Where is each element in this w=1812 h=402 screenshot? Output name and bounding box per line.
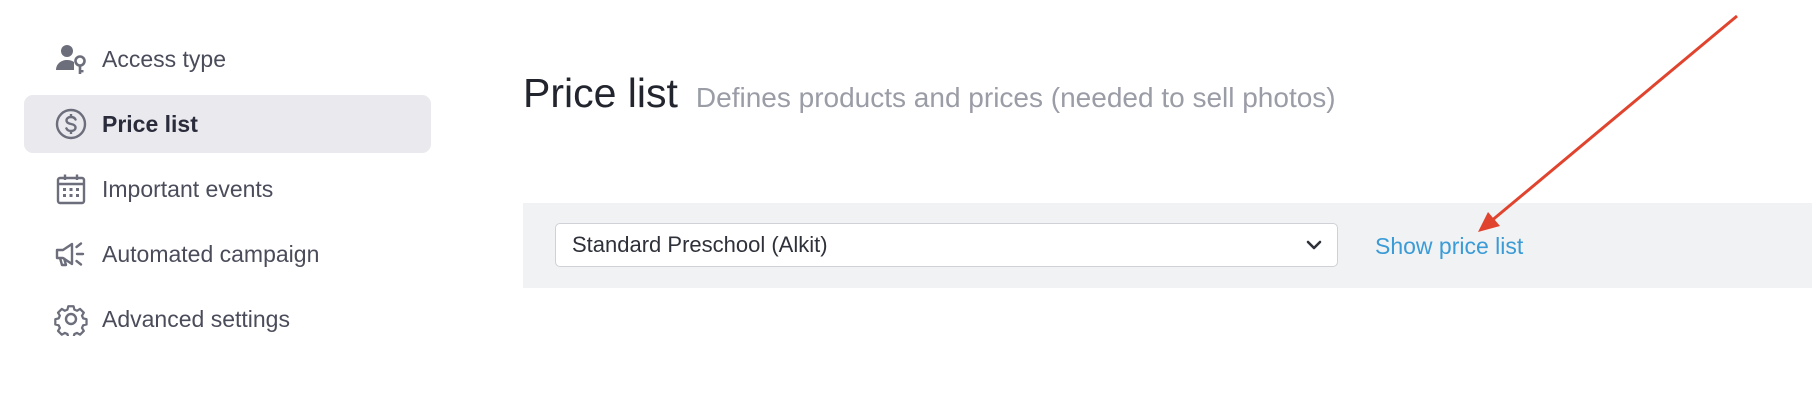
sidebar-item-automated-campaign[interactable]: Automated campaign bbox=[24, 225, 431, 283]
page-title: Price list bbox=[523, 70, 678, 116]
sidebar-item-advanced-settings[interactable]: Advanced settings bbox=[24, 290, 431, 348]
gear-icon bbox=[54, 302, 88, 336]
chevron-down-icon bbox=[1303, 234, 1325, 256]
sidebar-item-price-list[interactable]: Price list bbox=[24, 95, 431, 153]
sidebar-nav: Access type Price list Important events … bbox=[24, 30, 431, 355]
user-key-icon bbox=[54, 42, 88, 76]
megaphone-icon bbox=[54, 237, 88, 271]
page: Access type Price list Important events … bbox=[0, 0, 1812, 402]
sidebar-item-access-type[interactable]: Access type bbox=[24, 30, 431, 88]
dollar-circle-icon bbox=[54, 107, 88, 141]
sidebar-item-label: Access type bbox=[102, 45, 226, 72]
page-subtitle: Defines products and prices (needed to s… bbox=[695, 82, 1336, 113]
price-list-panel: Standard Preschool (Alkit) Show price li… bbox=[523, 203, 1812, 288]
sidebar-item-label: Advanced settings bbox=[102, 305, 290, 332]
show-price-list-link[interactable]: Show price list bbox=[1375, 233, 1523, 260]
annotation-arrow-shaft bbox=[1489, 14, 1738, 224]
price-list-select[interactable]: Standard Preschool (Alkit) bbox=[555, 223, 1338, 267]
sidebar-item-label: Price list bbox=[102, 110, 198, 137]
page-header: Price list Defines products and prices (… bbox=[523, 70, 1336, 117]
calendar-icon bbox=[54, 172, 88, 206]
sidebar-item-label: Important events bbox=[102, 175, 274, 202]
sidebar-item-label: Automated campaign bbox=[102, 240, 320, 267]
sidebar-item-important-events[interactable]: Important events bbox=[24, 160, 431, 218]
price-list-select-value: Standard Preschool (Alkit) bbox=[572, 232, 828, 257]
